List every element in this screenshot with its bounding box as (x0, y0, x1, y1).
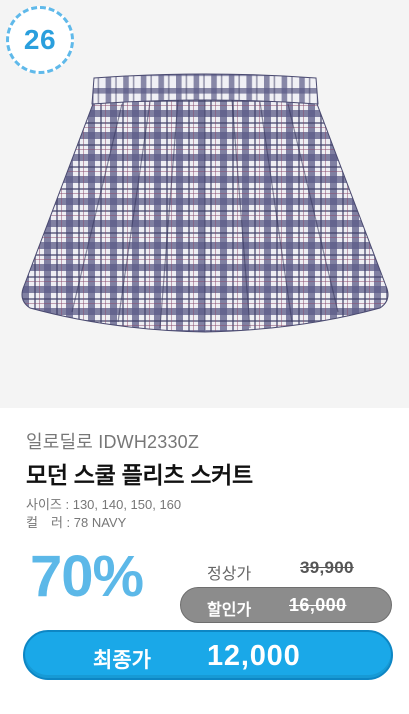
final-price-button[interactable]: 최종가 12,000 (23, 630, 393, 680)
discount-rate: 70% (30, 544, 144, 609)
sale-price: 16,000 (289, 595, 347, 615)
brand-model: 일로딜로 IDWH2330Z (26, 432, 200, 452)
regular-price: 39,900 (300, 558, 354, 577)
final-price-label: 최종가 (93, 649, 151, 672)
product-image-area: 26 (0, 0, 409, 408)
rank-number: 26 (23, 24, 57, 55)
product-title[interactable]: 모던 스쿨 플리츠 스커트 (26, 456, 253, 490)
size-info: 사이즈 : 130, 140, 150, 160 (26, 497, 182, 512)
sale-price-pill: 할인가 16,000 (180, 587, 392, 623)
color-info: 컬 러 : 78 NAVY (26, 515, 127, 530)
final-price: 12,000 (207, 640, 301, 672)
rank-badge: 26 (6, 6, 74, 74)
sale-price-label: 할인가 (207, 602, 252, 619)
regular-price-label: 정상가 (207, 566, 252, 583)
